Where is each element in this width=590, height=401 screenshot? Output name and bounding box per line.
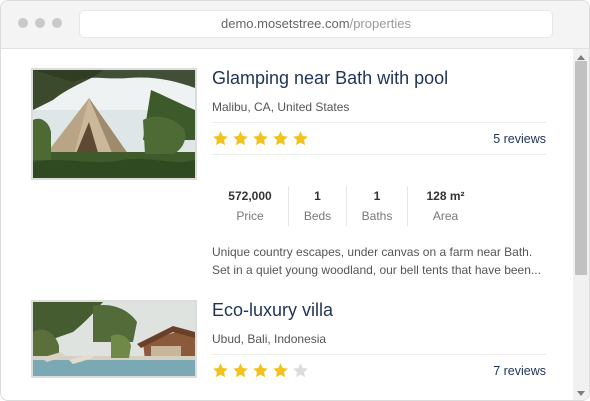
stat-beds: 1 Beds [288, 186, 346, 226]
star-empty-icon [293, 363, 308, 378]
rating-stars [212, 362, 309, 379]
star-filled-icon [253, 131, 268, 146]
stat-baths-label: Baths [361, 209, 393, 223]
listing-stats: 572,000 Price 1 Beds 1 Baths 128 m² Area [212, 186, 546, 226]
address-domain: demo.mosetstree.com [220, 16, 350, 31]
stat-area-label: Area [432, 209, 459, 223]
star-filled-icon [273, 363, 288, 378]
star-filled-icon [213, 363, 228, 378]
listing-title[interactable]: Glamping near Bath with pool [212, 68, 448, 89]
stat-beds-value: 1 [314, 189, 321, 203]
star-filled-icon [273, 131, 288, 146]
close-dot[interactable] [18, 18, 28, 28]
scroll-down-arrow-icon[interactable] [577, 391, 585, 396]
stat-price-label: Price [236, 209, 264, 223]
description-line: Set in a quiet young woodland, our bell … [212, 263, 541, 277]
divider [212, 354, 546, 355]
address-bar[interactable]: demo.mosetstree.com/properties [79, 10, 553, 38]
star-filled-icon [233, 131, 248, 146]
listing-description: Unique country escapes, under canvas on … [212, 243, 548, 279]
stat-baths: 1 Baths [346, 186, 407, 226]
stat-area-value: 128 m² [426, 189, 465, 203]
reviews-link[interactable]: 7 reviews [493, 364, 546, 378]
listing-photo[interactable] [31, 68, 197, 180]
browser-window: demo.mosetstree.com/properties Glamping … [0, 0, 590, 401]
star-filled-icon [293, 131, 308, 146]
listing-photo[interactable] [31, 300, 197, 378]
stat-price: 572,000 Price [212, 186, 288, 226]
divider [212, 154, 546, 155]
minimize-dot[interactable] [35, 18, 45, 28]
window-controls [18, 18, 62, 28]
browser-titlebar: demo.mosetstree.com/properties [1, 1, 589, 49]
description-line: Unique country escapes, under canvas on … [212, 245, 533, 259]
listing-card[interactable]: Glamping near Bath with pool Malibu, CA,… [31, 68, 547, 277]
villa-photo-image [33, 302, 195, 376]
scrollbar-thumb[interactable] [575, 61, 587, 275]
divider [212, 122, 546, 123]
stat-beds-label: Beds [303, 209, 332, 223]
scroll-up-arrow-icon[interactable] [577, 55, 585, 60]
stat-baths-value: 1 [373, 189, 381, 203]
listing-location: Malibu, CA, United States [212, 100, 350, 114]
reviews-link[interactable]: 5 reviews [493, 132, 546, 146]
rating-stars [212, 130, 309, 147]
tent-photo-image [33, 70, 195, 178]
listing-card[interactable]: Eco-luxury villa Ubud, Bali, Indonesia 7… [31, 300, 547, 400]
address-path: /properties [349, 16, 412, 31]
maximize-dot[interactable] [52, 18, 62, 28]
stat-area: 128 m² Area [407, 186, 483, 226]
page-content: Glamping near Bath with pool Malibu, CA,… [1, 49, 573, 400]
listing-location: Ubud, Bali, Indonesia [212, 332, 327, 346]
listing-title[interactable]: Eco-luxury villa [212, 300, 333, 321]
star-filled-icon [253, 363, 268, 378]
vertical-scrollbar[interactable] [573, 49, 589, 400]
star-filled-icon [213, 131, 228, 146]
stat-price-value: 572,000 [228, 189, 272, 203]
star-filled-icon [233, 363, 248, 378]
